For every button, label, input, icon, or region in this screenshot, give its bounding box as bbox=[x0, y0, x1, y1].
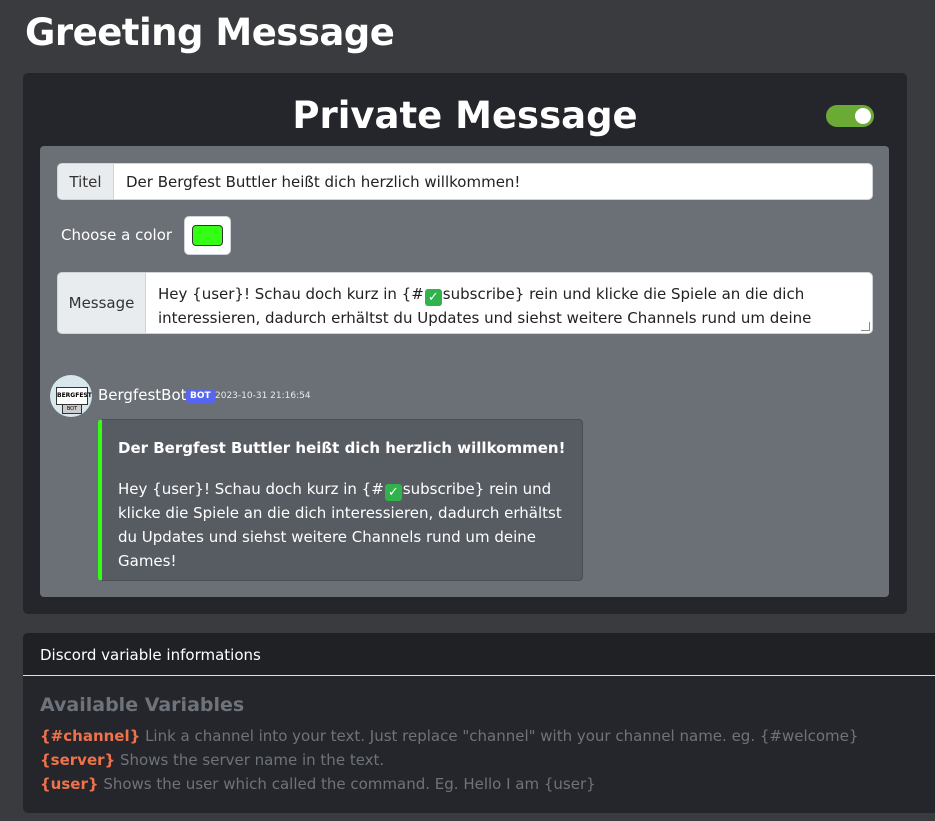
variable-name: {#channel} bbox=[40, 727, 141, 745]
private-message-toggle[interactable] bbox=[826, 105, 874, 127]
message-input-group: Message Hey {user}! Schau doch kurz in {… bbox=[57, 272, 873, 334]
resize-handle[interactable] bbox=[861, 322, 870, 331]
message-text-start: Hey {user}! Schau doch kurz in {# bbox=[158, 285, 424, 303]
toggle-knob bbox=[855, 108, 871, 124]
check-emoji-icon: ✓ bbox=[424, 289, 442, 306]
color-label: Choose a color bbox=[61, 226, 173, 244]
titel-input-group: Titel bbox=[57, 163, 873, 200]
variable-desc: Shows the user which called the command.… bbox=[98, 775, 596, 793]
embed-desc-start: Hey {user}! Schau doch kurz in {# bbox=[118, 480, 384, 498]
titel-input[interactable] bbox=[114, 164, 872, 199]
variable-name: {user} bbox=[40, 775, 99, 793]
available-variables-title: Available Variables bbox=[40, 694, 245, 716]
variable-desc: Shows the server name in the text. bbox=[115, 751, 385, 769]
variable-user: {user} Shows the user which called the c… bbox=[40, 775, 596, 793]
bot-name: BergfestBot bbox=[98, 386, 187, 404]
message-label: Message bbox=[58, 273, 146, 333]
info-header-text: Discord variable informations bbox=[40, 646, 261, 664]
color-swatch bbox=[192, 225, 223, 246]
variable-channel: {#channel} Link a channel into your text… bbox=[40, 727, 858, 745]
page-title: Greeting Message bbox=[25, 11, 395, 54]
variable-info-card: Discord variable informations Available … bbox=[23, 633, 935, 813]
bot-badge: BOT bbox=[186, 389, 215, 403]
variable-server: {server} Shows the server name in the te… bbox=[40, 751, 384, 769]
card-title: Private Message bbox=[292, 94, 638, 137]
variable-name: {server} bbox=[40, 751, 116, 769]
avatar-logo-text: BERGFEST bbox=[56, 387, 92, 405]
titel-label: Titel bbox=[58, 164, 114, 199]
info-header[interactable]: Discord variable informations bbox=[23, 633, 935, 676]
embed-title: Der Bergfest Buttler heißt dich herzlich… bbox=[118, 439, 566, 457]
color-picker[interactable] bbox=[184, 216, 231, 255]
embed-preview: Der Bergfest Buttler heißt dich herzlich… bbox=[98, 419, 583, 581]
bot-avatar: BERGFEST BOT bbox=[50, 375, 92, 417]
avatar-bot-text: BOT bbox=[62, 404, 82, 414]
message-textarea[interactable]: Hey {user}! Schau doch kurz in {# ✓ subscr… bbox=[146, 273, 872, 333]
check-emoji-icon: ✓ bbox=[384, 484, 402, 501]
message-timestamp: 2023-10-31 21:16:54 bbox=[215, 391, 311, 401]
embed-description: Hey {user}! Schau doch kurz in {# ✓ subscr… bbox=[118, 477, 568, 573]
variable-desc: Link a channel into your text. Just repl… bbox=[140, 727, 859, 745]
